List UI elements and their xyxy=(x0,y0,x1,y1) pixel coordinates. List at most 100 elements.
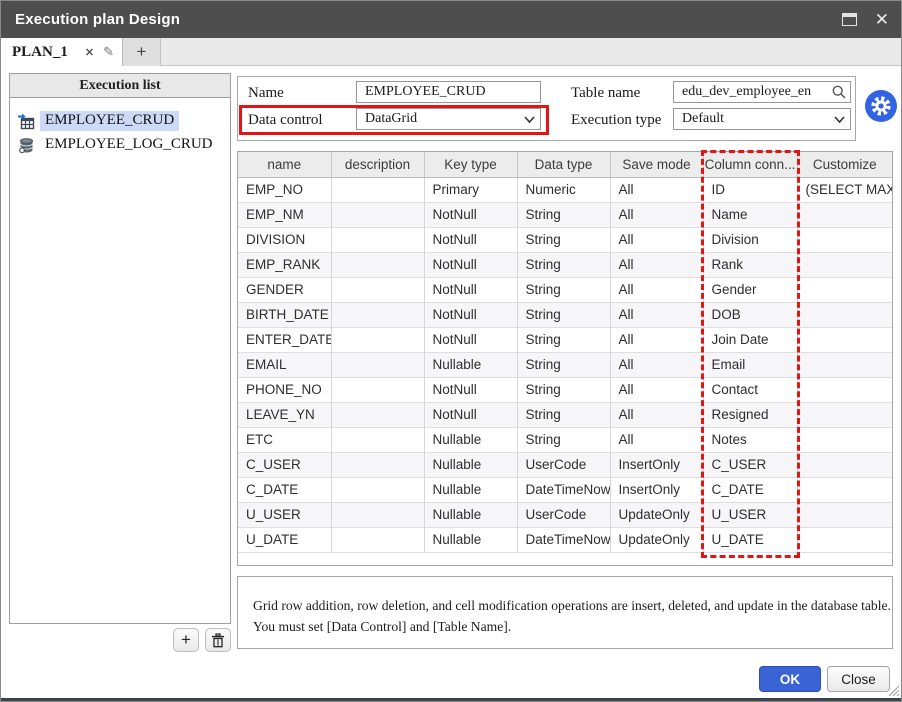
grid-cell[interactable] xyxy=(331,227,424,252)
tab-add-button[interactable]: + xyxy=(123,38,161,66)
grid-cell[interactable]: String xyxy=(517,327,610,352)
grid-cell[interactable] xyxy=(331,477,424,502)
grid-cell[interactable] xyxy=(331,527,424,552)
grid-cell[interactable] xyxy=(331,402,424,427)
grid-cell[interactable]: All xyxy=(610,352,703,377)
grid-cell[interactable]: Nullable xyxy=(424,452,517,477)
grid-cell[interactable]: Gender xyxy=(703,277,797,302)
grid-cell[interactable]: Division xyxy=(703,227,797,252)
grid-cell[interactable]: String xyxy=(517,427,610,452)
grid-cell[interactable]: NotNull xyxy=(424,277,517,302)
grid-cell[interactable] xyxy=(797,277,892,302)
grid-cell[interactable]: String xyxy=(517,402,610,427)
grid-cell[interactable]: All xyxy=(610,327,703,352)
grid-cell[interactable]: String xyxy=(517,302,610,327)
grid-cell[interactable]: All xyxy=(610,402,703,427)
grid-cell[interactable]: NotNull xyxy=(424,302,517,327)
grid-cell[interactable] xyxy=(797,527,892,552)
grid-cell[interactable]: C_USER xyxy=(703,452,797,477)
grid-cell[interactable]: All xyxy=(610,252,703,277)
grid-cell[interactable] xyxy=(331,252,424,277)
grid-cell[interactable]: DateTimeNow xyxy=(517,527,610,552)
grid-cell[interactable] xyxy=(331,452,424,477)
grid-cell[interactable]: String xyxy=(517,252,610,277)
grid-cell[interactable]: EMAIL xyxy=(238,352,331,377)
grid-cell[interactable] xyxy=(797,502,892,527)
grid-cell[interactable]: Numeric xyxy=(517,177,610,202)
resize-grip[interactable] xyxy=(887,684,899,696)
grid-cell[interactable] xyxy=(797,302,892,327)
list-item-employee-log-crud[interactable]: EMPLOYEE_LOG_CRUD xyxy=(18,133,224,157)
grid-cell[interactable]: All xyxy=(610,427,703,452)
data-control-select[interactable]: DataGrid xyxy=(356,108,541,130)
delete-item-button[interactable] xyxy=(205,628,231,652)
grid-header-cell[interactable]: Customize xyxy=(797,152,892,177)
grid-cell[interactable]: EMP_NO xyxy=(238,177,331,202)
grid-cell[interactable] xyxy=(797,252,892,277)
grid-cell[interactable]: Primary xyxy=(424,177,517,202)
grid-header-cell[interactable]: Data type xyxy=(517,152,610,177)
grid-cell[interactable]: String xyxy=(517,227,610,252)
grid-cell[interactable] xyxy=(797,452,892,477)
list-item-employee-crud[interactable]: EMPLOYEE_CRUD xyxy=(18,109,224,133)
grid-cell[interactable] xyxy=(331,377,424,402)
gear-button[interactable] xyxy=(865,90,897,122)
grid-cell[interactable]: Rank xyxy=(703,252,797,277)
grid-cell[interactable]: NotNull xyxy=(424,377,517,402)
grid-cell[interactable]: U_DATE xyxy=(238,527,331,552)
tab-plan-1[interactable]: PLAN_1 ✕ ✎ xyxy=(1,38,123,66)
grid-cell[interactable]: All xyxy=(610,177,703,202)
grid-cell[interactable]: ID xyxy=(703,177,797,202)
grid-cell[interactable]: All xyxy=(610,277,703,302)
grid-cell[interactable] xyxy=(797,402,892,427)
grid-header-cell[interactable]: Key type xyxy=(424,152,517,177)
grid-cell[interactable]: NotNull xyxy=(424,202,517,227)
grid-cell[interactable]: Email xyxy=(703,352,797,377)
grid-cell[interactable]: NotNull xyxy=(424,252,517,277)
table-name-input[interactable] xyxy=(673,81,851,103)
grid-cell[interactable] xyxy=(331,277,424,302)
grid-cell[interactable]: Resigned xyxy=(703,402,797,427)
grid-cell[interactable]: C_DATE xyxy=(238,477,331,502)
maximize-icon[interactable] xyxy=(842,13,857,26)
add-item-button[interactable]: + xyxy=(173,628,199,652)
grid-cell[interactable]: All xyxy=(610,302,703,327)
name-input[interactable] xyxy=(356,81,541,103)
grid-cell[interactable]: String xyxy=(517,202,610,227)
window-close-icon[interactable]: ✕ xyxy=(875,11,889,28)
grid-cell[interactable]: BIRTH_DATE xyxy=(238,302,331,327)
grid-cell[interactable]: NotNull xyxy=(424,402,517,427)
grid-cell[interactable]: LEAVE_YN xyxy=(238,402,331,427)
grid-cell[interactable]: U_USER xyxy=(238,502,331,527)
grid-cell[interactable]: All xyxy=(610,227,703,252)
grid-cell[interactable]: DIVISION xyxy=(238,227,331,252)
grid-cell[interactable] xyxy=(797,202,892,227)
close-button[interactable]: Close xyxy=(827,666,890,692)
grid-cell[interactable] xyxy=(797,427,892,452)
grid-header-cell[interactable]: Column conn... xyxy=(703,152,797,177)
grid-cell[interactable] xyxy=(797,477,892,502)
grid-cell[interactable]: UserCode xyxy=(517,502,610,527)
grid-cell[interactable]: U_USER xyxy=(703,502,797,527)
grid-cell[interactable]: Nullable xyxy=(424,427,517,452)
grid-cell[interactable]: InsertOnly xyxy=(610,452,703,477)
grid-cell[interactable]: Nullable xyxy=(424,527,517,552)
grid-cell[interactable]: U_DATE xyxy=(703,527,797,552)
grid-cell[interactable] xyxy=(331,427,424,452)
grid-cell[interactable]: Join Date xyxy=(703,327,797,352)
grid-cell[interactable] xyxy=(797,377,892,402)
grid-header-cell[interactable]: name xyxy=(238,152,331,177)
tab-edit-icon[interactable]: ✎ xyxy=(103,44,114,60)
grid-cell[interactable] xyxy=(331,327,424,352)
ok-button[interactable]: OK xyxy=(759,666,821,692)
grid-cell[interactable]: Nullable xyxy=(424,477,517,502)
grid-cell[interactable]: DateTimeNow xyxy=(517,477,610,502)
grid-cell[interactable] xyxy=(797,352,892,377)
grid-cell[interactable]: NotNull xyxy=(424,327,517,352)
grid-cell[interactable]: UpdateOnly xyxy=(610,502,703,527)
grid-cell[interactable]: (SELECT MAX(... xyxy=(797,177,892,202)
grid-header-cell[interactable]: description xyxy=(331,152,424,177)
grid-cell[interactable]: GENDER xyxy=(238,277,331,302)
grid-cell[interactable]: Contact xyxy=(703,377,797,402)
grid-cell[interactable]: All xyxy=(610,202,703,227)
